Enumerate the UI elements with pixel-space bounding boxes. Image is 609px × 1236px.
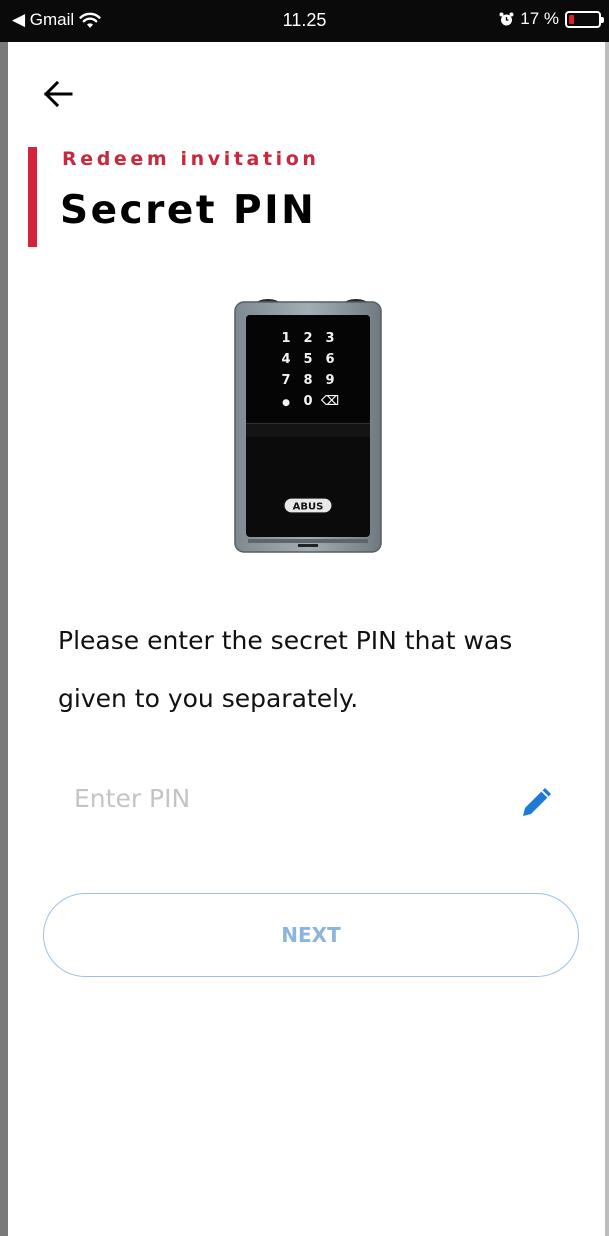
alarm-icon	[499, 12, 514, 25]
section-eyebrow: Redeem invitation	[62, 148, 320, 170]
keybox-device-image: 1 2 3 4 5 6 7 8 9 ● 0 ⌫ ABUS	[228, 298, 388, 554]
page-title: Secret PIN	[60, 188, 317, 233]
pencil-icon	[523, 788, 551, 816]
arrow-left-icon	[43, 80, 73, 108]
keypad-key: 5	[303, 352, 312, 367]
keypad-key: 2	[303, 331, 312, 346]
edit-pin-button[interactable]	[520, 785, 554, 819]
status-right: 17 %	[499, 9, 604, 29]
status-bar: ◀ Gmail 11.25 17 %	[0, 0, 609, 42]
header-accent-bar	[28, 147, 37, 247]
battery-level	[569, 14, 574, 24]
device-brand-label: ABUS	[293, 502, 324, 513]
keypad-key: 6	[325, 352, 334, 367]
back-button[interactable]	[38, 74, 78, 114]
keypad-key: 1	[281, 331, 290, 346]
pin-field	[58, 775, 558, 825]
next-button[interactable]: NEXT	[43, 893, 579, 977]
battery-icon	[565, 10, 604, 28]
pin-input[interactable]	[58, 775, 504, 821]
instruction-text: Please enter the secret PIN that was giv…	[58, 626, 513, 713]
keypad-key: ⌫	[320, 394, 339, 409]
left-bezel	[0, 42, 8, 1236]
battery-percent: 17 %	[520, 9, 559, 28]
keypad-key: 8	[303, 373, 312, 388]
keypad-key: ●	[282, 398, 290, 408]
keypad-key: 0	[303, 394, 312, 409]
keypad-key: 3	[325, 331, 334, 346]
keypad-key: 7	[281, 373, 290, 388]
right-bezel	[605, 42, 609, 1236]
keypad-key: 9	[325, 373, 334, 388]
keypad-key: 4	[281, 352, 290, 367]
